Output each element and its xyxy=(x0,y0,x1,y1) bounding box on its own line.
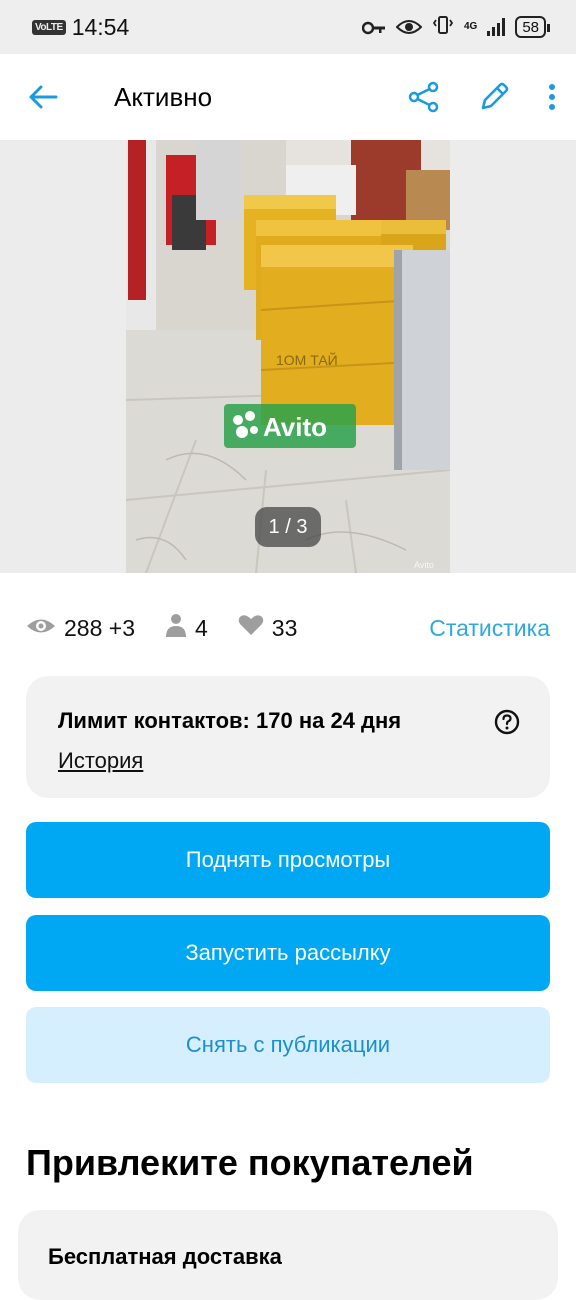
back-arrow-icon[interactable] xyxy=(28,84,58,110)
free-delivery-card[interactable]: Бесплатная доставка xyxy=(18,1210,558,1300)
listing-stats: 288 +3 4 33 Статистика xyxy=(26,608,550,648)
favorites-count: 33 xyxy=(271,614,298,641)
share-icon[interactable] xyxy=(408,81,440,113)
page-title: Активно xyxy=(114,81,213,112)
edit-pencil-icon[interactable] xyxy=(478,81,510,113)
unpublish-button[interactable]: Снять с публикации xyxy=(26,1007,550,1083)
network-type: 4G xyxy=(463,21,478,32)
signal-icon xyxy=(487,18,506,36)
favorites-stat: 33 xyxy=(238,614,298,642)
battery-icon: 58 xyxy=(515,16,550,38)
clock: 14:54 xyxy=(71,13,130,40)
key-icon xyxy=(361,14,386,41)
attract-buyers-heading: Привлеките покупателей xyxy=(26,1142,474,1183)
status-icons: 4G 58 xyxy=(361,14,550,41)
heart-icon xyxy=(238,614,264,642)
avito-watermark: Avito xyxy=(263,412,327,442)
person-icon xyxy=(165,613,187,643)
contacts-limit-card: Лимит контактов: 170 на 24 дня История xyxy=(26,676,550,798)
start-mailing-button[interactable]: Запустить рассылку xyxy=(26,915,550,991)
more-vertical-icon[interactable] xyxy=(548,83,556,111)
contacts-count: 4 xyxy=(195,614,208,641)
views-stat: 288 +3 xyxy=(26,615,135,642)
views-count: 288 +3 xyxy=(64,614,135,641)
statistics-link[interactable]: Статистика xyxy=(429,615,550,642)
eye-icon xyxy=(26,615,56,642)
status-bar: VoLTE 14:54 4G 58 xyxy=(0,0,576,54)
history-link[interactable]: История xyxy=(58,748,143,774)
question-circle-icon[interactable] xyxy=(494,709,520,740)
free-delivery-title: Бесплатная доставка xyxy=(48,1244,282,1269)
volte-badge: VoLTE xyxy=(32,19,66,35)
app-bar: Активно xyxy=(0,54,576,140)
photo-counter: 1 / 3 xyxy=(255,507,321,547)
vibrate-icon xyxy=(432,14,454,41)
avito-corner-mark: Avito xyxy=(414,560,434,570)
raise-views-button[interactable]: Поднять просмотры xyxy=(26,822,550,898)
battery-level: 58 xyxy=(522,18,539,36)
contacts-limit-title: Лимит контактов: 170 на 24 дня xyxy=(58,708,402,733)
contacts-stat: 4 xyxy=(165,613,208,643)
box-label: 1ОМ ТАЙ xyxy=(276,351,338,368)
eye-icon xyxy=(395,14,423,41)
